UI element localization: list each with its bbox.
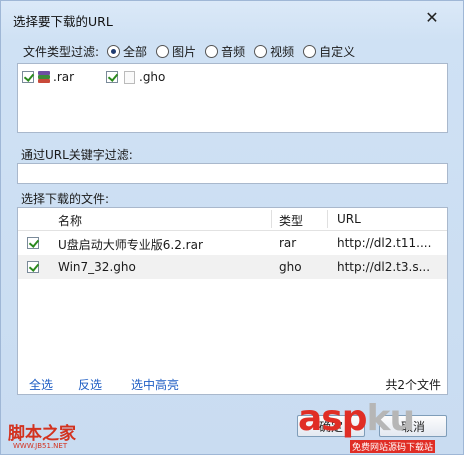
file-count: 共2个文件: [385, 378, 441, 392]
file-type-filter-label: 文件类型过滤:: [23, 44, 100, 59]
blank-file-icon: [124, 70, 135, 84]
radio-custom-label: 自定义: [319, 44, 356, 59]
invert-selection-link[interactable]: 反选: [78, 376, 102, 393]
file-type: rar: [279, 236, 297, 250]
file-types-list: .rar .gho: [17, 63, 448, 133]
table-header: 名称 类型 URL: [18, 208, 447, 231]
download-url-dialog: 选择要下载的URL ✕ 文件类型过滤: 全部 图片 音频 视频 自定义 .rar…: [0, 0, 464, 455]
type-rar-checkbox[interactable]: [22, 71, 34, 83]
radio-custom-indicator[interactable]: [303, 44, 317, 58]
radio-video[interactable]: 视频: [254, 43, 294, 60]
radio-all-label: 全部: [123, 44, 148, 59]
file-name: Win7_32.gho: [58, 260, 136, 274]
column-header-type[interactable]: 类型: [279, 212, 303, 228]
files-label: 选择下载的文件:: [21, 192, 110, 206]
select-all-link[interactable]: 全选: [29, 376, 53, 393]
radio-images[interactable]: 图片: [156, 43, 196, 60]
aspku-watermark: aspku: [298, 398, 416, 439]
column-divider[interactable]: [271, 210, 272, 228]
file-name: U盘启动大师专业版6.2.rar: [58, 238, 203, 252]
files-table: 名称 类型 URL U盘启动大师专业版6.2.rar rar http://dl…: [17, 207, 448, 395]
winrar-icon: [37, 70, 51, 84]
select-highlighted-link[interactable]: 选中高亮: [131, 376, 179, 393]
aspku-watermark-red: asp: [298, 398, 367, 439]
type-rar-label: .rar: [53, 70, 75, 84]
radio-video-label: 视频: [270, 44, 295, 59]
radio-all-indicator[interactable]: [107, 44, 121, 58]
type-item-gho[interactable]: .gho: [106, 70, 165, 84]
radio-images-label: 图片: [172, 44, 197, 59]
type-gho-label: .gho: [139, 70, 166, 84]
row-checkbox[interactable]: [27, 261, 39, 273]
url-filter-input[interactable]: [17, 163, 448, 184]
table-row[interactable]: U盘启动大师专业版6.2.rar rar http://dl2.t11....: [18, 231, 447, 255]
aspku-watermark-tagline: 免费网站源码下载站: [350, 440, 436, 453]
close-icon[interactable]: ✕: [423, 9, 441, 27]
files-footer: 全选 反选 选中高亮 共2个文件: [18, 372, 447, 394]
radio-audio-label: 音频: [221, 44, 246, 59]
jb51-watermark-url: WWW.JB51.NET: [13, 442, 68, 450]
radio-images-indicator[interactable]: [156, 44, 170, 58]
file-type-filter: 文件类型过滤: 全部 图片 音频 视频 自定义: [23, 42, 364, 60]
jb51-watermark: 脚本之家: [8, 424, 76, 444]
title-bar: 选择要下载的URL ✕: [1, 1, 463, 37]
column-header-name[interactable]: 名称: [58, 212, 82, 228]
table-row[interactable]: Win7_32.gho gho http://dl2.t3.s...: [18, 255, 447, 279]
column-header-url[interactable]: URL: [337, 212, 361, 226]
url-filter-label: 通过URL关键字过滤:: [21, 148, 133, 162]
column-divider[interactable]: [327, 210, 328, 228]
row-checkbox[interactable]: [27, 237, 39, 249]
dialog-title: 选择要下载的URL: [13, 14, 113, 29]
radio-audio[interactable]: 音频: [205, 43, 245, 60]
radio-custom[interactable]: 自定义: [303, 43, 355, 60]
file-url: http://dl2.t11....: [337, 236, 432, 250]
radio-video-indicator[interactable]: [254, 44, 268, 58]
radio-all[interactable]: 全部: [107, 43, 147, 60]
file-type: gho: [279, 260, 302, 274]
radio-audio-indicator[interactable]: [205, 44, 219, 58]
type-gho-checkbox[interactable]: [106, 71, 118, 83]
type-item-rar[interactable]: .rar: [22, 70, 74, 84]
aspku-watermark-grey: ku: [366, 398, 416, 439]
file-url: http://dl2.t3.s...: [337, 260, 431, 274]
